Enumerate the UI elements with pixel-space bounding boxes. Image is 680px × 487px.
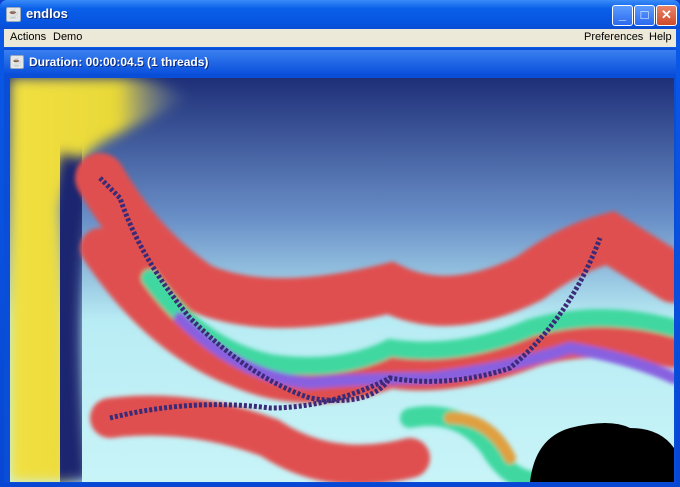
menu-actions[interactable]: Actions: [10, 31, 46, 43]
fractal-canvas[interactable]: [10, 78, 674, 482]
menu-demo[interactable]: Demo: [53, 31, 82, 43]
maximize-button[interactable]: □: [634, 5, 655, 26]
fractal-image: [10, 78, 674, 482]
java-app-icon: ☕: [6, 7, 21, 22]
menu-preferences[interactable]: Preferences: [584, 31, 643, 43]
close-button[interactable]: ✕: [656, 5, 677, 26]
menu-bar: Actions Demo Preferences Help: [4, 29, 676, 47]
internal-frame-title-bar[interactable]: ☕ Duration: 00:00:04.5 (1 threads): [4, 50, 676, 74]
title-bar[interactable]: ☕ endlos _ □ ✕: [0, 0, 680, 29]
app-window: ☕ endlos _ □ ✕ Actions Demo Preferences …: [0, 0, 680, 487]
window-title: endlos: [26, 6, 68, 21]
duration-label: Duration: 00:00:04.5 (1 threads): [29, 55, 209, 69]
minimize-button[interactable]: _: [612, 5, 633, 26]
menu-help[interactable]: Help: [649, 31, 672, 43]
java-frame-icon: ☕: [10, 55, 24, 69]
